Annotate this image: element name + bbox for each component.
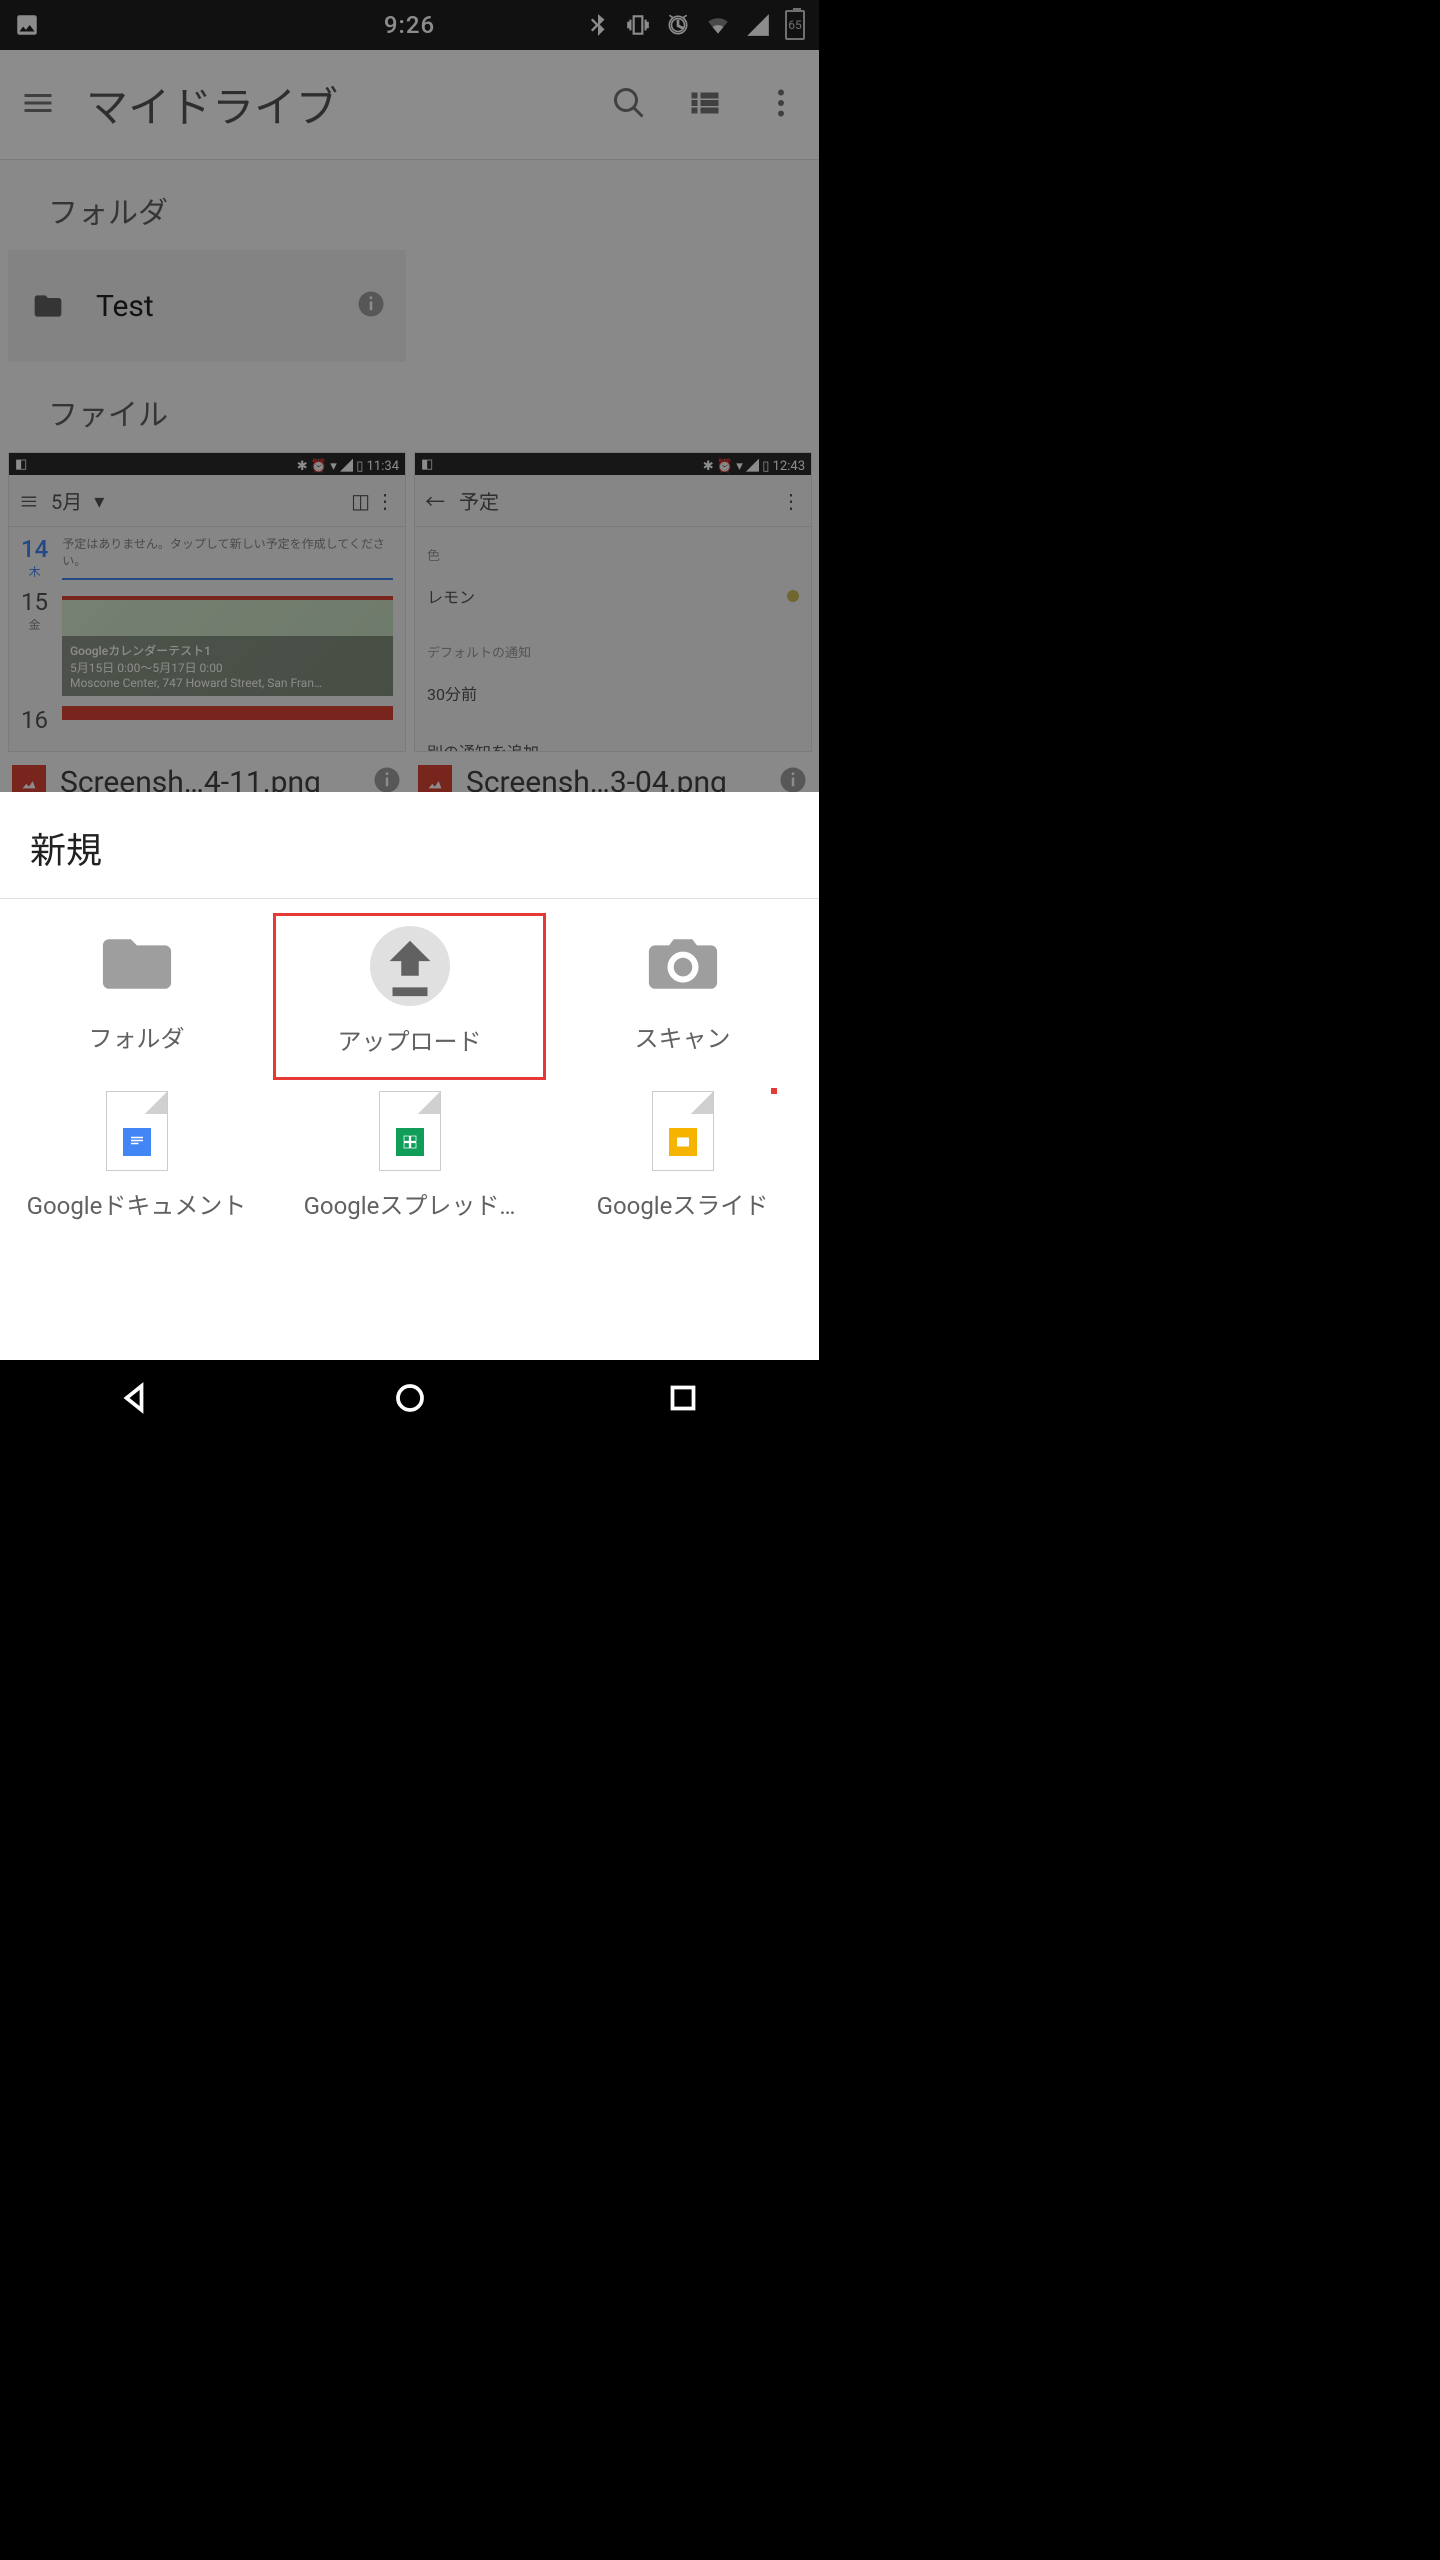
modal-scrim[interactable] [0, 0, 819, 792]
google-docs-option[interactable]: Googleドキュメント [0, 1080, 273, 1241]
nav-home-button[interactable] [392, 1380, 428, 1420]
screen: 9:26 65 マイドライブ フォルダ Test [0, 0, 819, 1440]
upload-icon [375, 932, 445, 1002]
docs-icon [106, 1091, 168, 1171]
sheet-title: 新規 [0, 792, 819, 898]
recent-icon [665, 1380, 701, 1416]
camera-icon [643, 933, 723, 995]
option-label: アップロード [338, 1022, 482, 1057]
new-folder-option[interactable]: フォルダ [0, 913, 273, 1080]
navigation-bar [0, 1360, 819, 1440]
google-slides-option[interactable]: Googleスライド [546, 1080, 819, 1241]
option-label: Googleスライド [597, 1186, 769, 1221]
home-icon [392, 1380, 428, 1416]
nav-back-button[interactable] [119, 1380, 155, 1420]
slides-icon [652, 1091, 714, 1171]
option-label: フォルダ [89, 1019, 185, 1054]
back-icon [119, 1380, 155, 1416]
option-label: Googleスプレッド… [304, 1186, 516, 1221]
folder-icon [98, 933, 176, 995]
google-sheets-option[interactable]: Googleスプレッド… [273, 1080, 546, 1241]
notification-dot-icon [771, 1088, 777, 1094]
sheets-icon [379, 1091, 441, 1171]
nav-recent-button[interactable] [665, 1380, 701, 1420]
option-label: スキャン [635, 1019, 731, 1054]
option-label: Googleドキュメント [27, 1186, 247, 1221]
scan-option[interactable]: スキャン [546, 913, 819, 1080]
upload-option[interactable]: アップロード [273, 913, 546, 1080]
new-item-bottom-sheet: 新規 フォルダ アップロード [0, 792, 819, 1360]
